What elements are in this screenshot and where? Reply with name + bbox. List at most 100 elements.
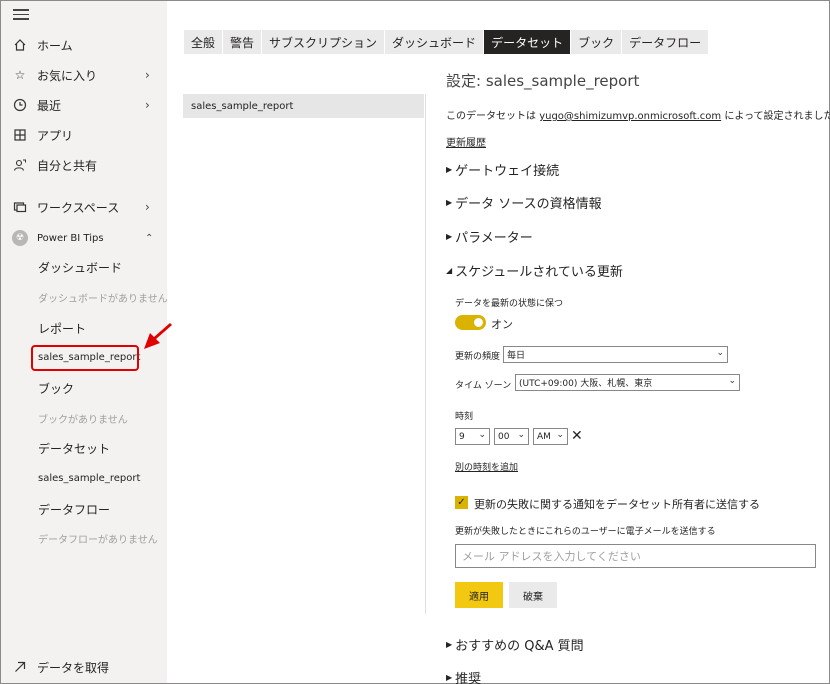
arrow-up-right-icon	[12, 659, 28, 675]
triangle-right-icon: ▶	[446, 165, 453, 174]
nav-shared[interactable]: 自分と共有	[1, 151, 167, 179]
keep-updated-toggle[interactable]	[455, 315, 486, 330]
ws-no-dashboards: ダッシュボードがありません	[38, 294, 168, 305]
ws-no-workbooks: ブックがありません	[38, 415, 128, 426]
timezone-select[interactable]: (UTC+09:00) 大阪、札幌、東京 ⌄	[515, 374, 740, 391]
notify-owner-label: 更新の失敗に関する通知をデータセット所有者に送信する	[474, 498, 760, 511]
owner-suffix: によって設定されました。	[724, 111, 830, 122]
tab-datasets[interactable]: データセット	[484, 30, 571, 54]
triangle-right-icon: ▶	[446, 673, 453, 682]
chevron-down-icon: ⌄	[478, 430, 486, 440]
keep-updated-label: データを最新の状態に保つ	[455, 299, 564, 309]
discard-button[interactable]: 破棄	[509, 582, 557, 608]
ws-no-dataflows: データフローがありません	[38, 535, 158, 546]
section-gateway[interactable]: ▶ ゲートウェイ接続	[446, 160, 559, 179]
hamburger-menu-icon[interactable]	[13, 9, 29, 23]
nav-recent-label: 最近	[37, 98, 62, 113]
ws-dataset-sales-sample[interactable]: sales_sample_report	[38, 473, 140, 484]
tab-subscriptions[interactable]: サブスクリプション	[262, 30, 385, 54]
dataset-list-item[interactable]: sales_sample_report	[183, 94, 424, 118]
get-data-button[interactable]: データを取得	[1, 653, 167, 681]
timezone-value: (UTC+09:00) 大阪、札幌、東京	[519, 379, 653, 389]
workspace-avatar: ☢	[12, 230, 28, 246]
apply-button[interactable]: 適用	[455, 582, 503, 608]
refresh-history-link[interactable]: 更新履歴	[446, 134, 486, 149]
apps-icon	[12, 127, 28, 143]
ampm-value: AM	[537, 431, 551, 442]
triangle-right-icon: ▶	[446, 232, 453, 241]
nav-workspaces[interactable]: ワークスペース ›	[1, 193, 167, 221]
clock-icon	[12, 97, 28, 113]
hour-value: 9	[459, 431, 465, 442]
nav-apps-label: アプリ	[37, 128, 74, 143]
time-label: 時刻	[455, 412, 474, 422]
minute-value: 00	[498, 431, 510, 442]
frequency-value: 毎日	[507, 351, 526, 361]
add-time-link[interactable]: 別の時刻を追加	[455, 460, 518, 473]
owner-line: このデータセットは yugo@shimizumvp.onmicrosoft.co…	[446, 107, 830, 122]
section-scheduled-refresh[interactable]: ◢ スケジュールされている更新	[446, 261, 623, 280]
chevron-right-icon[interactable]: ›	[145, 200, 150, 214]
power-bi-tips-workspace-icon: ☢	[12, 230, 28, 246]
chevron-right-icon[interactable]: ›	[145, 68, 150, 82]
tab-general[interactable]: 全般	[184, 30, 223, 54]
settings-tabs: 全般 警告 サブスクリプション ダッシュボード データセット ブック データフロ…	[184, 30, 709, 54]
section-parameters-label: パラメーター	[455, 231, 533, 246]
owner-email-link[interactable]: yugo@shimizumvp.onmicrosoft.com	[539, 111, 721, 122]
nav-recent[interactable]: 最近 ›	[1, 91, 167, 119]
triangle-right-icon: ▶	[446, 198, 453, 207]
section-recommended-label: 推奨	[455, 672, 482, 684]
nav-shared-label: 自分と共有	[37, 158, 98, 173]
divider	[425, 94, 426, 614]
nav-apps[interactable]: アプリ	[1, 121, 167, 149]
frequency-label: 更新の頻度	[455, 352, 501, 362]
email-input[interactable]: メール アドレスを入力してください	[455, 544, 816, 568]
notify-owner-checkbox[interactable]: ✓	[455, 496, 468, 509]
nav-favorites[interactable]: ☆ お気に入り ›	[1, 61, 167, 89]
section-credentials[interactable]: ▶ データ ソースの資格情報	[446, 193, 602, 212]
home-icon	[12, 37, 28, 53]
chevron-down-icon: ⌄	[716, 348, 724, 358]
section-gateway-label: ゲートウェイ接続	[455, 164, 560, 179]
section-scheduled-refresh-label: スケジュールされている更新	[455, 265, 623, 280]
email-users-label: 更新が失敗したときにこれらのユーザーに電子メールを送信する	[455, 527, 716, 537]
section-parameters[interactable]: ▶ パラメーター	[446, 227, 533, 246]
ampm-select[interactable]: AM ⌄	[533, 428, 568, 445]
tab-dataflows[interactable]: データフロー	[622, 30, 709, 54]
chevron-right-icon[interactable]: ›	[145, 98, 150, 112]
toggle-knob	[474, 318, 483, 327]
toggle-state-label: オン	[491, 318, 513, 331]
remove-time-close-icon[interactable]: ✕	[571, 428, 583, 444]
triangle-right-icon: ▶	[446, 640, 453, 649]
section-qa-questions[interactable]: ▶ おすすめの Q&A 質問	[446, 635, 584, 654]
ws-dashboards-heading[interactable]: ダッシュボード	[38, 259, 122, 276]
hour-select[interactable]: 9 ⌄	[455, 428, 490, 445]
ws-workbooks-heading[interactable]: ブック	[38, 380, 74, 397]
report-highlight-box	[31, 345, 139, 371]
section-credentials-label: データ ソースの資格情報	[455, 197, 602, 212]
ws-datasets-heading[interactable]: データセット	[38, 440, 110, 457]
workspace-power-bi-tips[interactable]: ☢ Power BI Tips ⌃	[1, 224, 167, 252]
triangle-down-icon: ◢	[446, 266, 453, 275]
chevron-down-icon: ⌄	[517, 430, 525, 440]
section-recommended[interactable]: ▶ 推奨	[446, 668, 481, 684]
tab-alerts[interactable]: 警告	[223, 30, 262, 54]
workspace-icon	[12, 199, 28, 215]
tab-dashboards[interactable]: ダッシュボード	[385, 30, 484, 54]
tab-workbooks[interactable]: ブック	[571, 30, 622, 54]
workspace-name: Power BI Tips	[37, 232, 104, 244]
ws-dataflows-heading[interactable]: データフロー	[38, 501, 110, 518]
timezone-label: タイム ゾーン	[455, 381, 512, 391]
frequency-select[interactable]: 毎日 ⌄	[503, 346, 728, 363]
chevron-up-icon[interactable]: ⌃	[145, 233, 153, 244]
star-icon: ☆	[14, 68, 26, 82]
ws-reports-heading[interactable]: レポート	[38, 320, 86, 337]
chevron-down-icon: ⌄	[556, 430, 564, 440]
nav-workspaces-label: ワークスペース	[37, 200, 120, 215]
nav-home[interactable]: ホーム	[1, 31, 167, 59]
owner-prefix: このデータセットは	[446, 111, 540, 122]
red-arrow-annotation	[144, 323, 172, 349]
minute-select[interactable]: 00 ⌄	[494, 428, 529, 445]
nav-favorites-label: お気に入り	[37, 68, 98, 83]
share-icon	[12, 157, 28, 173]
